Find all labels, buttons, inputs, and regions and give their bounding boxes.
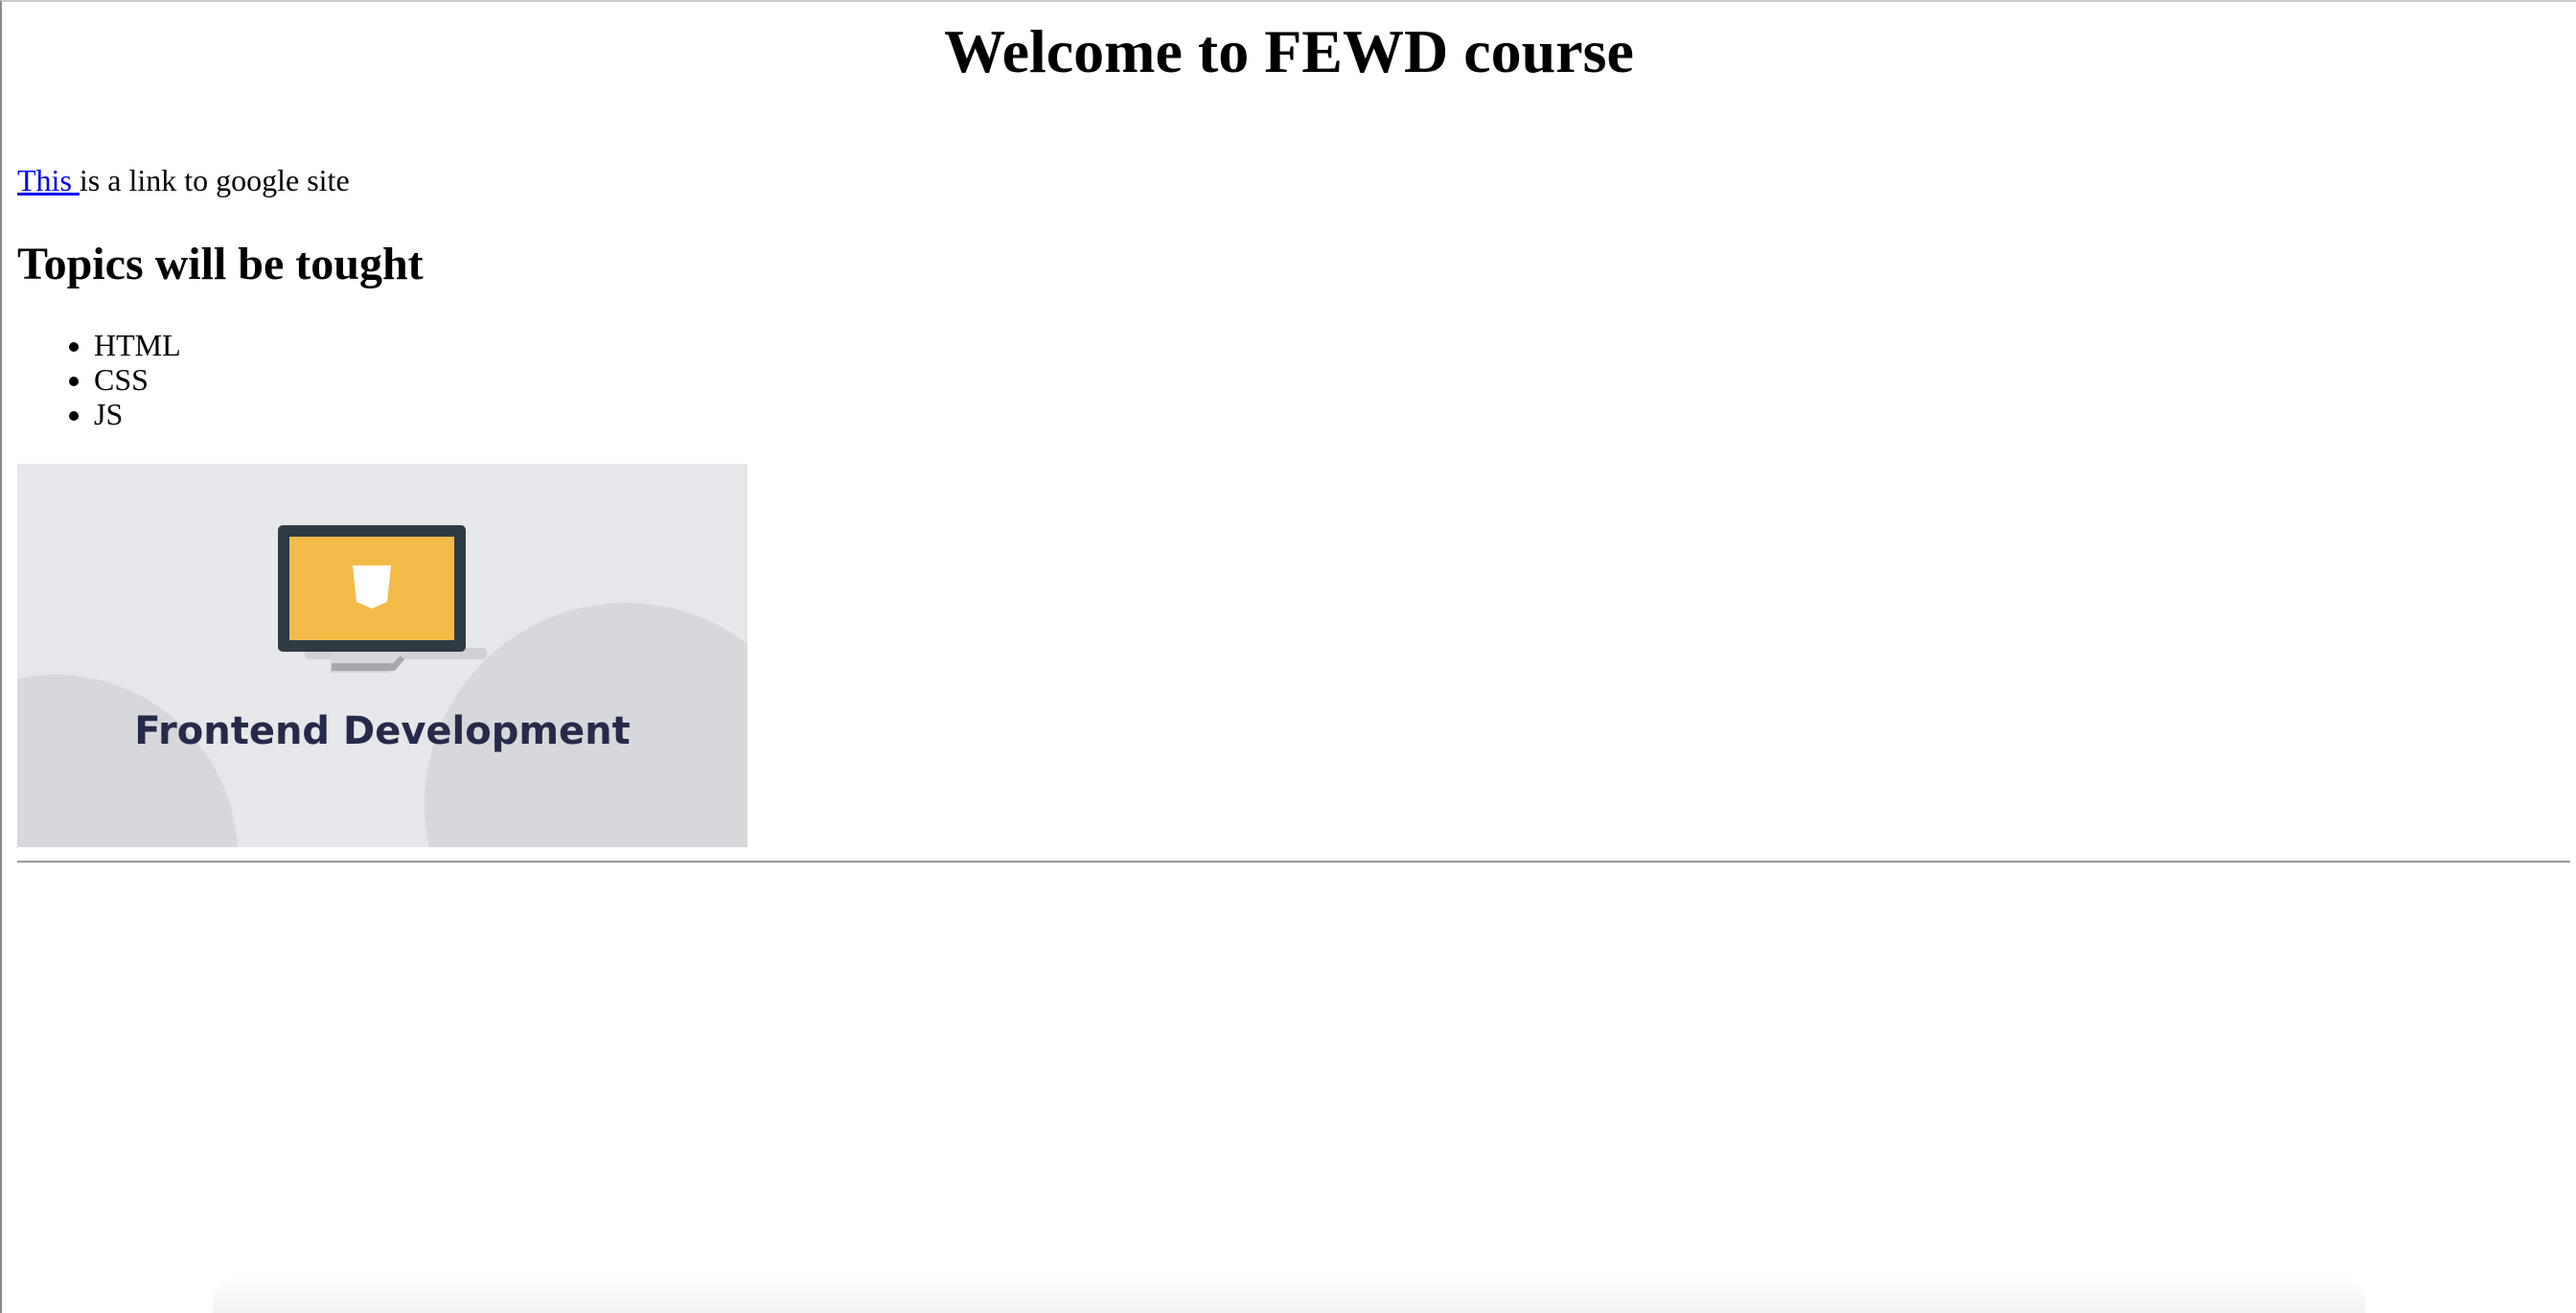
browser-viewport: Welcome to FEWD course This is a link to…	[0, 0, 2576, 1313]
page-title: Welcome to FEWD course	[944, 17, 1634, 85]
list-item: HTML	[94, 328, 181, 362]
intro-paragraph: This is a link to google site	[17, 161, 350, 199]
banner-graphic	[17, 464, 748, 847]
monitor-icon	[278, 525, 487, 673]
intro-text: is a link to google site	[79, 163, 350, 197]
topics-list: HTML CSS JS	[17, 328, 181, 431]
topics-heading: Topics will be tought	[17, 239, 424, 289]
list-item: JS	[94, 397, 181, 431]
frontend-banner-image: Frontend Development	[17, 464, 748, 847]
google-link[interactable]: This	[17, 163, 80, 197]
bottom-shadow	[213, 1275, 2365, 1313]
horizontal-rule	[17, 861, 2570, 864]
html5-shield-icon	[353, 565, 391, 609]
banner-caption: Frontend Development	[134, 709, 631, 753]
list-item: CSS	[94, 362, 181, 397]
